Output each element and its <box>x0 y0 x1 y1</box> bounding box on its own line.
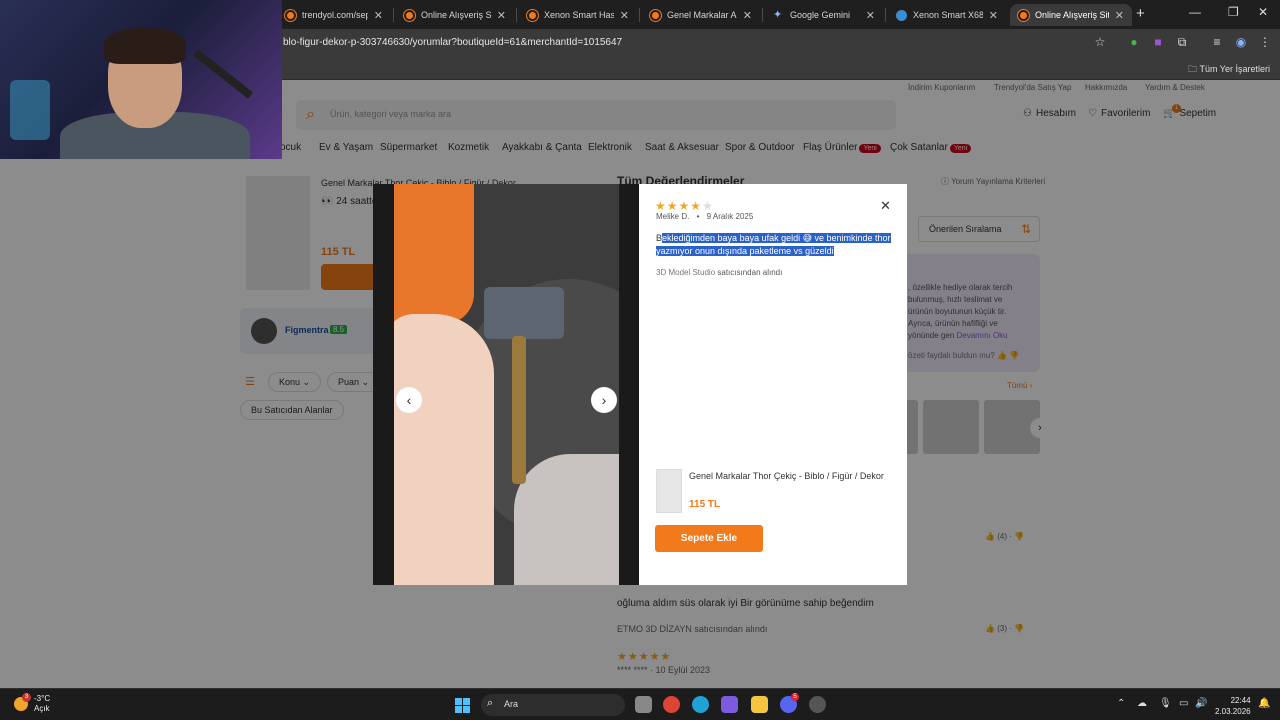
extension-icon[interactable]: ■ <box>1151 35 1165 49</box>
hand <box>394 314 494 585</box>
browser-tab[interactable]: ✦ Google Gemini ✕ <box>765 4 883 26</box>
tab-label: Google Gemini <box>790 10 851 20</box>
product-price: 115 TL <box>689 499 721 510</box>
media-icon[interactable]: ≡ <box>1210 35 1224 49</box>
next-image-button[interactable]: › <box>591 387 617 413</box>
profile-icon[interactable]: ◉ <box>1234 35 1248 49</box>
review-seller: 3D Model Studio satıcısından alındı <box>656 268 782 277</box>
previous-image-button[interactable]: ‹ <box>396 387 422 413</box>
close-icon[interactable]: ✕ <box>866 9 875 22</box>
notification-bell-icon[interactable]: 🔔 <box>1258 698 1270 709</box>
selected-text: eklediğimden baya baya ufak geldi 😅 ve b… <box>656 233 891 256</box>
tab-label: trendyol.com/sepet-o <box>302 10 368 20</box>
tab-label: Xenon Smart X6833 <box>913 10 983 20</box>
weather-condition: Açık <box>34 704 50 713</box>
discord-badge: 5 <box>791 693 799 701</box>
product-name[interactable]: Genel Markalar Thor Çekiç - Biblo / Figü… <box>689 471 884 481</box>
puzzle-icon[interactable]: ⧉ <box>1175 35 1189 49</box>
tab-label: Genel Markalar Akıllı <box>667 10 737 20</box>
add-to-cart-button[interactable]: Sepete Ekle <box>655 525 763 552</box>
review-author-line: Melike D. • 9 Aralık 2025 <box>656 212 754 221</box>
seller-name[interactable]: 3D Model Studio <box>656 268 715 277</box>
taskbar-search[interactable]: ⌕ Ara <box>481 694 625 716</box>
cloud-icon[interactable]: ☁ <box>1137 698 1147 709</box>
browser-tab[interactable]: Xenon Smart Hassas ✕ <box>519 4 637 26</box>
tab-label: Xenon Smart Hassas <box>544 10 614 20</box>
volume-icon[interactable]: 🔊 <box>1195 698 1207 709</box>
close-icon[interactable]: ✕ <box>880 198 891 214</box>
trendyol-icon <box>284 8 297 22</box>
menu-icon[interactable]: ⋮ <box>1258 35 1272 49</box>
star-filled-icon: ★ <box>690 199 703 213</box>
app-icon[interactable] <box>809 696 826 713</box>
temperature: -3°C <box>34 694 51 703</box>
search-label: Ara <box>504 699 519 709</box>
clock[interactable]: 22:44 2.03.2026 <box>1215 695 1251 717</box>
review-date: 9 Aralık 2025 <box>706 212 754 221</box>
chevron-up-icon[interactable]: ⌃ <box>1117 698 1125 709</box>
star-filled-icon: ★ <box>678 199 691 213</box>
browser-tab[interactable]: Xenon Smart X6833 ✕ <box>888 4 1006 26</box>
weather-widget[interactable]: 3 -3°C Açık <box>14 693 51 714</box>
seller-suffix: satıcısından alındı <box>715 268 783 277</box>
close-icon[interactable]: ✕ <box>497 9 506 22</box>
browser-tab[interactable]: trendyol.com/sepet-o ✕ <box>277 4 391 26</box>
hammer-handle <box>512 336 526 484</box>
folder-icon: 🗀 <box>1188 64 1198 74</box>
browser-tab[interactable]: Genel Markalar Akıllı ✕ <box>642 4 760 26</box>
extension-icon[interactable]: ● <box>1127 35 1141 49</box>
tab-label: Online Alışveriş Sitesi <box>1035 10 1109 20</box>
browser-tab-active[interactable]: Online Alışveriş Sitesi ✕ <box>1010 4 1132 26</box>
windows-start-icon[interactable] <box>455 698 470 713</box>
file-explorer-icon[interactable] <box>751 696 768 713</box>
star-icon[interactable]: ☆ <box>1093 35 1107 49</box>
new-tab-button[interactable]: + <box>1136 5 1145 22</box>
all-bookmarks[interactable]: 🗀 Tüm Yer İşaretleri <box>1188 62 1270 78</box>
weather-icon: 3 <box>14 693 31 711</box>
url-field[interactable]: blo-figur-dekor-p-303746630/yorumlar?bou… <box>283 37 622 48</box>
task-view-icon[interactable] <box>635 696 652 713</box>
xenon-icon <box>896 9 907 21</box>
microphone-arm <box>192 49 254 99</box>
search-icon: ⌕ <box>487 697 494 709</box>
review-comment: Beklediğimden baya baya ufak geldi 😅 ve … <box>656 232 891 258</box>
gemini-icon: ✦ <box>773 8 783 21</box>
review-image-viewer: ‹ › <box>373 184 639 585</box>
windows-taskbar: 3 -3°C Açık ⌕ Ara 5 ⌃ ☁ 🎙 ▭ 🔊 22:44 2.03… <box>0 688 1280 720</box>
trendyol-icon <box>649 8 662 22</box>
review-photo-modal: ‹ › ✕ ★★★★★ Melike D. • 9 Aralık 2025 Be… <box>373 184 907 585</box>
mic-icon[interactable]: 🎙 <box>1159 698 1172 709</box>
close-icon[interactable]: ✕ <box>743 9 752 22</box>
star-filled-icon: ★ <box>655 199 667 213</box>
review-author: Melike D. <box>656 212 690 221</box>
minimize-icon[interactable]: — <box>1189 5 1201 19</box>
close-icon[interactable]: ✕ <box>374 9 383 22</box>
close-window-icon[interactable]: ✕ <box>1258 5 1268 19</box>
chrome-icon[interactable] <box>663 696 680 713</box>
close-icon[interactable]: ✕ <box>620 9 629 22</box>
webcam-overlay <box>0 0 282 159</box>
edge-icon[interactable] <box>692 696 709 713</box>
trendyol-icon <box>526 8 539 22</box>
trendyol-icon <box>1017 8 1030 22</box>
browser-tab[interactable]: Online Alışveriş Sitesi ✕ <box>396 4 514 26</box>
star-empty-icon: ★ <box>702 199 714 213</box>
product-thumbnail[interactable] <box>656 469 682 513</box>
all-bookmarks-label: Tüm Yer İşaretleri <box>1199 64 1270 74</box>
star-filled-icon: ★ <box>666 199 679 213</box>
tab-label: Online Alışveriş Sitesi <box>421 10 491 20</box>
monitor-icon[interactable]: ▭ <box>1179 698 1188 709</box>
review-rating-stars: ★★★★★ <box>655 199 714 213</box>
trendyol-icon <box>403 8 416 22</box>
copilot-icon[interactable] <box>721 696 738 713</box>
notification-badge: 3 <box>22 693 31 702</box>
restore-icon[interactable]: ❐ <box>1228 5 1239 19</box>
date: 2.03.2026 <box>1215 707 1251 716</box>
hammer-head <box>484 287 564 339</box>
close-icon[interactable]: ✕ <box>989 9 998 22</box>
review-image <box>394 184 619 585</box>
time: 22:44 <box>1230 696 1251 705</box>
close-icon[interactable]: ✕ <box>1115 9 1124 22</box>
